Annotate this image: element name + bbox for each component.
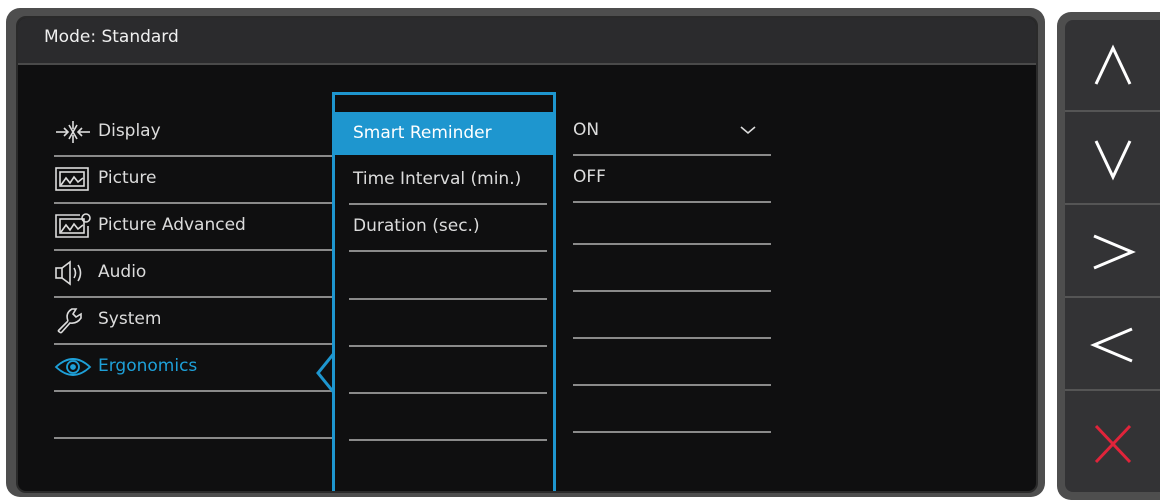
- menu-item-label: System: [98, 309, 162, 329]
- mode-bar: Mode: Standard: [18, 18, 1036, 65]
- submenu-empty-row: [349, 345, 547, 347]
- left-button[interactable]: [1065, 299, 1160, 391]
- system-wrench-icon: [57, 308, 82, 334]
- down-arrow-icon: [1094, 140, 1132, 181]
- picture-icon: [55, 167, 89, 191]
- right-arrow-icon: [1093, 234, 1136, 270]
- option-off[interactable]: OFF: [573, 155, 771, 203]
- menu-item-ergonomics[interactable]: Ergonomics: [54, 343, 334, 392]
- submenu-empty-row: [349, 392, 547, 394]
- submenu-item-label: Time Interval (min.): [353, 169, 522, 189]
- down-button[interactable]: [1065, 113, 1160, 205]
- menu-empty-row: [54, 437, 334, 439]
- audio-icon: [55, 260, 82, 286]
- menu-item-audio[interactable]: Audio: [54, 249, 334, 298]
- display-icon: [56, 121, 90, 143]
- submenu-empty-row: [349, 298, 547, 300]
- submenu-item-label: Duration (sec.): [353, 216, 480, 236]
- hotkey-panel-inner: [1065, 20, 1160, 492]
- up-button[interactable]: [1065, 20, 1160, 112]
- right-button[interactable]: [1065, 206, 1160, 298]
- option-label: OFF: [573, 167, 606, 187]
- menu-item-picture-advanced[interactable]: Picture Advanced: [54, 202, 334, 251]
- hotkey-panel: [1057, 12, 1160, 500]
- picture-advanced-icon: [55, 213, 91, 238]
- option-empty-row: [573, 290, 771, 292]
- submenu-item-time-interval[interactable]: Time Interval (min.): [349, 157, 547, 205]
- option-empty-row: [573, 384, 771, 386]
- submenu-empty-row: [349, 439, 547, 441]
- submenu-panel: Smart Reminder Time Interval (min.) Dura…: [332, 92, 556, 491]
- option-label: ON: [573, 120, 600, 140]
- menu-item-display[interactable]: Display: [54, 108, 334, 157]
- mode-title: Mode: Standard: [44, 27, 179, 47]
- close-icon: [1094, 424, 1132, 464]
- osd-window: Mode: Standard Display Picture Picture A…: [6, 8, 1045, 497]
- menu-item-label: Picture: [98, 168, 157, 188]
- submenu-item-duration[interactable]: Duration (sec.): [349, 204, 547, 252]
- submenu-item-smart-reminder[interactable]: Smart Reminder: [335, 112, 553, 155]
- option-on[interactable]: ON: [573, 108, 771, 156]
- menu-item-label: Ergonomics: [98, 356, 198, 376]
- checkmark-icon: [740, 126, 756, 135]
- option-empty-row: [573, 337, 771, 339]
- option-empty-row: [573, 243, 771, 245]
- osd-panel: Mode: Standard Display Picture Picture A…: [16, 16, 1038, 493]
- option-empty-row: [573, 431, 771, 433]
- up-arrow-icon: [1094, 44, 1132, 85]
- submenu-item-label: Smart Reminder: [353, 123, 492, 143]
- menu-item-system[interactable]: System: [54, 296, 334, 345]
- eye-icon: [54, 358, 92, 376]
- menu-item-picture[interactable]: Picture: [54, 155, 334, 204]
- left-arrow-icon: [1090, 327, 1133, 363]
- menu-item-label: Audio: [98, 262, 147, 282]
- close-button[interactable]: [1065, 392, 1160, 492]
- menu-item-label: Display: [98, 121, 161, 141]
- menu-item-label: Picture Advanced: [98, 215, 246, 235]
